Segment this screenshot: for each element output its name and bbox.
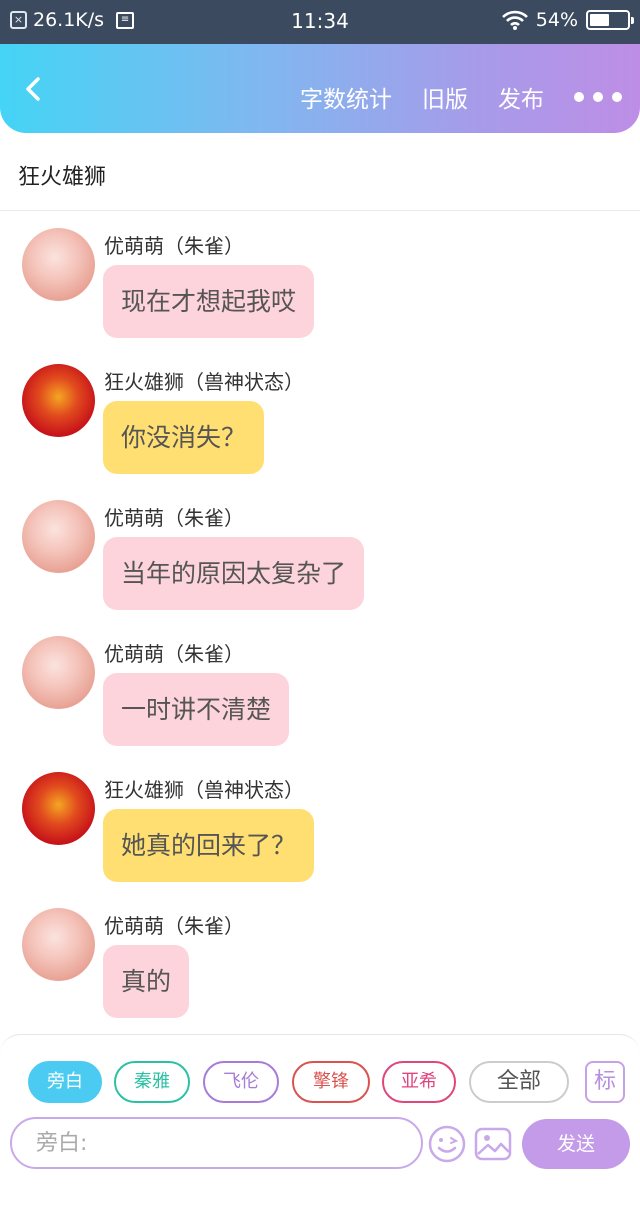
battery-percent: 54%: [535, 9, 578, 31]
character-chips: 旁白 秦雅 飞伦 擎锋 亚希 全部 标: [28, 1061, 628, 1105]
nav-actions: 字数统计 旧版 发布: [300, 80, 622, 114]
sender-name: 优萌萌（朱雀）: [104, 642, 244, 666]
story-title-row: 狂火雄狮: [0, 133, 640, 211]
message-bubble[interactable]: 当年的原因太复杂了: [103, 537, 365, 610]
sender-name: 狂火雄狮（兽神状态）: [104, 778, 304, 802]
sender-name: 优萌萌（朱雀）: [104, 506, 244, 530]
tag-button[interactable]: 标: [585, 1061, 625, 1103]
publish-button[interactable]: 发布: [498, 80, 544, 114]
message-bubble[interactable]: 你没消失？: [103, 401, 265, 474]
message-input[interactable]: [10, 1117, 423, 1169]
message-bubble[interactable]: 现在才想起我哎: [103, 265, 315, 338]
sender-name: 优萌萌（朱雀）: [104, 914, 244, 938]
composer-panel: 旁白 秦雅 飞伦 擎锋 亚希 全部 标 发送: [0, 1034, 640, 1205]
avatar[interactable]: [22, 908, 95, 981]
message-bubble[interactable]: 一时讲不清楚: [103, 673, 290, 746]
send-button[interactable]: 发送: [522, 1119, 630, 1169]
chip-narrator[interactable]: 旁白: [28, 1061, 102, 1103]
header-gradient: × 26.1K/s ≡ 11:34 54% 字数统计 旧版 发布: [0, 0, 640, 133]
message-list[interactable]: 优萌萌（朱雀） 现在才想起我哎 狂火雄狮（兽神状态） 你没消失？ 优萌萌（朱雀）…: [0, 212, 640, 1032]
more-dots-icon[interactable]: [574, 92, 622, 102]
story-title[interactable]: 狂火雄狮: [18, 159, 106, 191]
input-row: 发送: [10, 1117, 640, 1169]
battery-fill: [590, 14, 609, 26]
emoji-icon[interactable]: [427, 1124, 467, 1164]
avatar[interactable]: [22, 772, 95, 845]
chip-yaxi[interactable]: 亚希: [382, 1061, 456, 1103]
chip-qinya[interactable]: 秦雅: [114, 1061, 190, 1103]
sender-name: 狂火雄狮（兽神状态）: [104, 370, 304, 394]
avatar[interactable]: [22, 636, 95, 709]
chevron-left-icon[interactable]: [20, 74, 48, 104]
old-version-button[interactable]: 旧版: [422, 80, 468, 114]
message-bubble[interactable]: 她真的回来了？: [103, 809, 315, 882]
avatar[interactable]: [22, 500, 95, 573]
chip-feilun[interactable]: 飞伦: [203, 1061, 279, 1103]
sender-name: 优萌萌（朱雀）: [104, 234, 244, 258]
image-icon[interactable]: [473, 1124, 513, 1164]
status-bar: × 26.1K/s ≡ 11:34 54%: [0, 0, 640, 44]
navbar: 字数统计 旧版 发布: [0, 44, 640, 133]
word-count-button[interactable]: 字数统计: [300, 80, 392, 114]
avatar[interactable]: [22, 228, 95, 301]
chip-qingfeng[interactable]: 擎锋: [292, 1061, 370, 1103]
battery-icon: [586, 10, 634, 30]
avatar[interactable]: [22, 364, 95, 437]
status-right: 54%: [501, 9, 634, 31]
chip-all[interactable]: 全部: [469, 1061, 569, 1103]
wifi-icon: [501, 10, 528, 30]
message-bubble[interactable]: 真的: [103, 945, 190, 1018]
